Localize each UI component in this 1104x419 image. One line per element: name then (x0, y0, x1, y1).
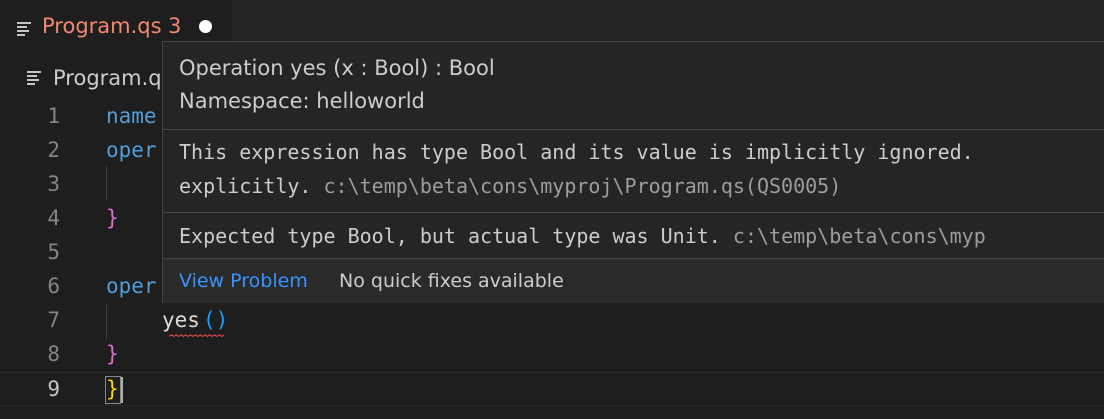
line-number: 2 (47, 138, 60, 162)
line-number: 8 (47, 342, 60, 366)
hover-divider (163, 212, 1104, 213)
tab-problem-count: 3 (168, 14, 182, 38)
code-text: oper (106, 274, 157, 298)
diagnostic-text: explicitly. (179, 174, 312, 198)
hover-signature: Operation yes (x : Bool) : Bool (179, 56, 495, 80)
diagnostic-source: c:\temp\beta\cons\myp (732, 224, 986, 248)
view-problem-link[interactable]: View Problem (179, 270, 308, 292)
diagnostic-message: Expected type Bool, but actual type was … (179, 224, 986, 248)
error-squiggle (168, 334, 225, 337)
hover-widget: Operation yes (x : Bool) : Bool Namespac… (162, 41, 1104, 303)
line-number: 9 (47, 377, 60, 401)
code-text: } (106, 342, 119, 366)
code-line: 8 } (0, 338, 1104, 372)
text-cursor (121, 377, 123, 403)
breadcrumb-file[interactable]: Program.qs (53, 66, 173, 90)
line-number: 5 (47, 240, 60, 264)
diagnostic-message: This expression has type Bool and its va… (179, 140, 974, 164)
line-number: 4 (47, 206, 60, 230)
file-lines-icon (27, 70, 43, 85)
tab-label: Program.qs (42, 14, 162, 38)
hover-status-bar: View Problem No quick fixes available (163, 259, 1104, 303)
diagnostic-message: explicitly. c:\temp\beta\cons\myproj\Pro… (179, 174, 841, 198)
no-quick-fixes-label: No quick fixes available (339, 270, 564, 292)
diagnostic-source: c:\temp\beta\cons\myproj\Program.qs(QS00… (323, 174, 842, 198)
diagnostic-text: Expected type Bool, but actual type was … (179, 224, 721, 248)
code-text: oper (106, 138, 157, 162)
code-text: name (106, 104, 157, 128)
code-line: 7 yes () (0, 304, 1104, 338)
unsaved-dot-icon[interactable] (199, 20, 212, 33)
code-text: } (106, 206, 119, 230)
hover-divider (163, 129, 1104, 130)
line-number: 3 (47, 172, 60, 196)
line-number: 6 (47, 274, 60, 298)
code-call-yes: yes (162, 308, 200, 332)
code-parens: () (203, 308, 229, 332)
line-number: 7 (47, 308, 60, 332)
line-number: 1 (47, 104, 60, 128)
hover-namespace: Namespace: helloworld (179, 89, 425, 113)
bracket-match-box (105, 376, 121, 404)
file-lines-icon (17, 21, 33, 36)
code-line-current: 9 } (0, 372, 1104, 406)
